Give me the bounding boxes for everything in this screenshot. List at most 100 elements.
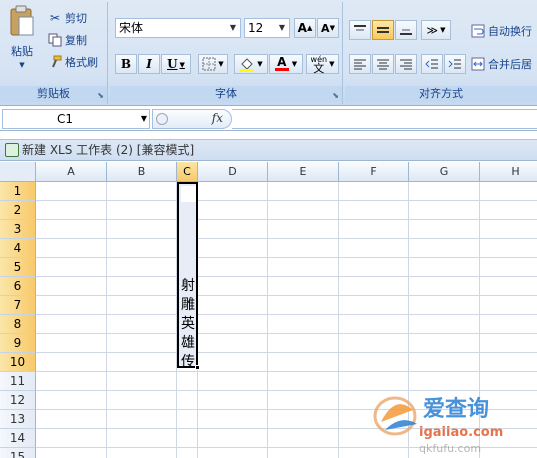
column-header-d[interactable]: D (198, 162, 268, 182)
font-name-value: 宋体 (119, 21, 144, 35)
align-left-icon (354, 59, 366, 70)
row-header-5[interactable]: 5 (0, 258, 36, 277)
wrap-text-label: 自动换行 (488, 25, 532, 38)
orientation-icon: ≫ (426, 23, 439, 37)
row-header-8[interactable]: 8 (0, 315, 36, 334)
row-header-2[interactable]: 2 (0, 201, 36, 220)
dialog-launcher-icon[interactable]: ⬊ (332, 91, 339, 100)
column-header-f[interactable]: F (339, 162, 409, 182)
align-top-button[interactable] (349, 20, 371, 40)
column-gridline (338, 182, 339, 458)
scissors-icon: ✂ (49, 11, 61, 25)
grow-font-button[interactable]: A ▲ (294, 18, 316, 38)
select-all-corner[interactable] (0, 162, 36, 182)
dialog-launcher-icon[interactable]: ⬊ (97, 91, 104, 100)
font-color-button[interactable]: A ▼ (269, 54, 303, 74)
paste-icon (10, 5, 34, 36)
cell-char-4: 雄 (181, 335, 195, 351)
cell-char-2: 雕 (181, 297, 195, 313)
column-header-b[interactable]: B (107, 162, 177, 182)
row-header-11[interactable]: 11 (0, 372, 36, 391)
row-header-9[interactable]: 9 (0, 334, 36, 353)
row-header-10[interactable]: 10 (0, 353, 36, 372)
column-header-c[interactable]: C (177, 162, 198, 182)
copy-button[interactable]: 复制 (46, 30, 88, 50)
formula-input[interactable] (232, 109, 537, 129)
cut-label: 剪切 (65, 12, 87, 25)
formula-bar: C1 ▼ fx (0, 107, 537, 131)
format-painter-button[interactable]: 格式刷 (46, 52, 99, 72)
paste-button[interactable]: 粘贴 ▼ (4, 4, 40, 78)
align-middle-button[interactable] (372, 20, 394, 40)
caret-up-icon: ▲ (306, 24, 313, 32)
bold-button[interactable]: B (115, 54, 137, 74)
align-right-button[interactable] (395, 54, 417, 74)
font-name-select[interactable]: 宋体 ▼ (115, 18, 241, 38)
workbook-title: 新建 XLS 工作表 (2) [兼容模式] (22, 143, 195, 157)
row-header-14[interactable]: 14 (0, 429, 36, 448)
column-header-e[interactable]: E (268, 162, 339, 182)
underline-button[interactable]: U ▼ (161, 54, 191, 74)
chevron-down-icon: ▼ (440, 26, 446, 34)
chevron-down-icon: ▼ (179, 59, 185, 69)
copy-label: 复制 (65, 34, 87, 47)
italic-button[interactable]: I (138, 54, 160, 74)
row-gridline (36, 333, 537, 334)
bold-label: B (120, 57, 132, 71)
expand-circle-icon[interactable] (156, 113, 168, 125)
row-gridline (36, 219, 537, 220)
fill-color-button[interactable]: ▼ (234, 54, 268, 74)
decrease-indent-button[interactable] (421, 54, 443, 74)
name-box[interactable]: C1 ▼ (2, 109, 150, 129)
row-header-4[interactable]: 4 (0, 239, 36, 258)
chevron-down-icon: ▼ (19, 61, 25, 69)
font-color-letter: A (277, 55, 287, 69)
clipboard-group-label: 剪贴板 (0, 86, 107, 102)
chevron-down-icon: ▼ (329, 60, 335, 68)
row-gridline (36, 238, 537, 239)
column-header-h[interactable]: H (480, 162, 537, 182)
row-gridline (36, 257, 537, 258)
cell-char-5: 传 (181, 354, 195, 370)
underline-label: U (167, 57, 178, 71)
merge-center-label: 合并后居 (488, 58, 532, 71)
merge-center-button[interactable]: 合并后居 (469, 54, 533, 74)
font-group: 宋体 ▼ 12 ▼ A ▲ A ▼ B I U ▼ ▼ ▼ A ▼ wén 文 … (110, 2, 343, 104)
row-header-3[interactable]: 3 (0, 220, 36, 239)
phonetic-button[interactable]: wén 文 ▼ (306, 54, 339, 74)
align-center-button[interactable] (372, 54, 394, 74)
increase-indent-button[interactable] (444, 54, 466, 74)
orientation-button[interactable]: ≫ ▼ (421, 20, 451, 40)
brush-icon (47, 54, 63, 70)
active-cell[interactable] (181, 186, 196, 202)
shrink-font-button[interactable]: A ▼ (317, 18, 339, 38)
grow-font-label: A (297, 21, 307, 35)
paint-bucket-icon (240, 58, 255, 72)
paste-label: 粘贴 (11, 45, 33, 58)
row-gridline (36, 371, 537, 372)
cut-button[interactable]: ✂ 剪切 (46, 8, 88, 28)
borders-button[interactable]: ▼ (198, 54, 228, 74)
increase-indent-icon (448, 59, 461, 69)
wrap-text-button[interactable]: 自动换行 (469, 21, 533, 41)
row-header-7[interactable]: 7 (0, 296, 36, 315)
ribbon: 粘贴 ▼ ✂ 剪切 复制 格式刷 剪贴板 ⬊ 宋体 ▼ 12 ▼ A ▲ A ▼… (0, 0, 537, 106)
row-header-6[interactable]: 6 (0, 277, 36, 296)
align-bottom-icon (400, 29, 412, 35)
chevron-down-icon: ▼ (278, 23, 286, 32)
column-header-a[interactable]: A (36, 162, 107, 182)
row-header-1[interactable]: 1 (0, 182, 36, 201)
row-header-13[interactable]: 13 (0, 410, 36, 429)
row-header-15[interactable]: 15 (0, 448, 36, 458)
row-header-12[interactable]: 12 (0, 391, 36, 410)
insert-function-button[interactable]: fx (212, 111, 223, 125)
align-left-button[interactable] (349, 54, 371, 74)
caret-down-icon: ▼ (329, 24, 335, 32)
wrap-text-icon (470, 23, 486, 39)
column-header-g[interactable]: G (409, 162, 480, 182)
italic-label: I (146, 57, 152, 71)
font-size-select[interactable]: 12 ▼ (244, 18, 290, 38)
spreadsheet-grid[interactable]: ABCDEFGH 1 2 3 4 5 6 7 8 9 10 11 12 13 14 15 射雕英雄传 爱查询… (0, 162, 537, 458)
decrease-indent-icon (425, 59, 438, 69)
align-bottom-button[interactable] (395, 20, 417, 40)
